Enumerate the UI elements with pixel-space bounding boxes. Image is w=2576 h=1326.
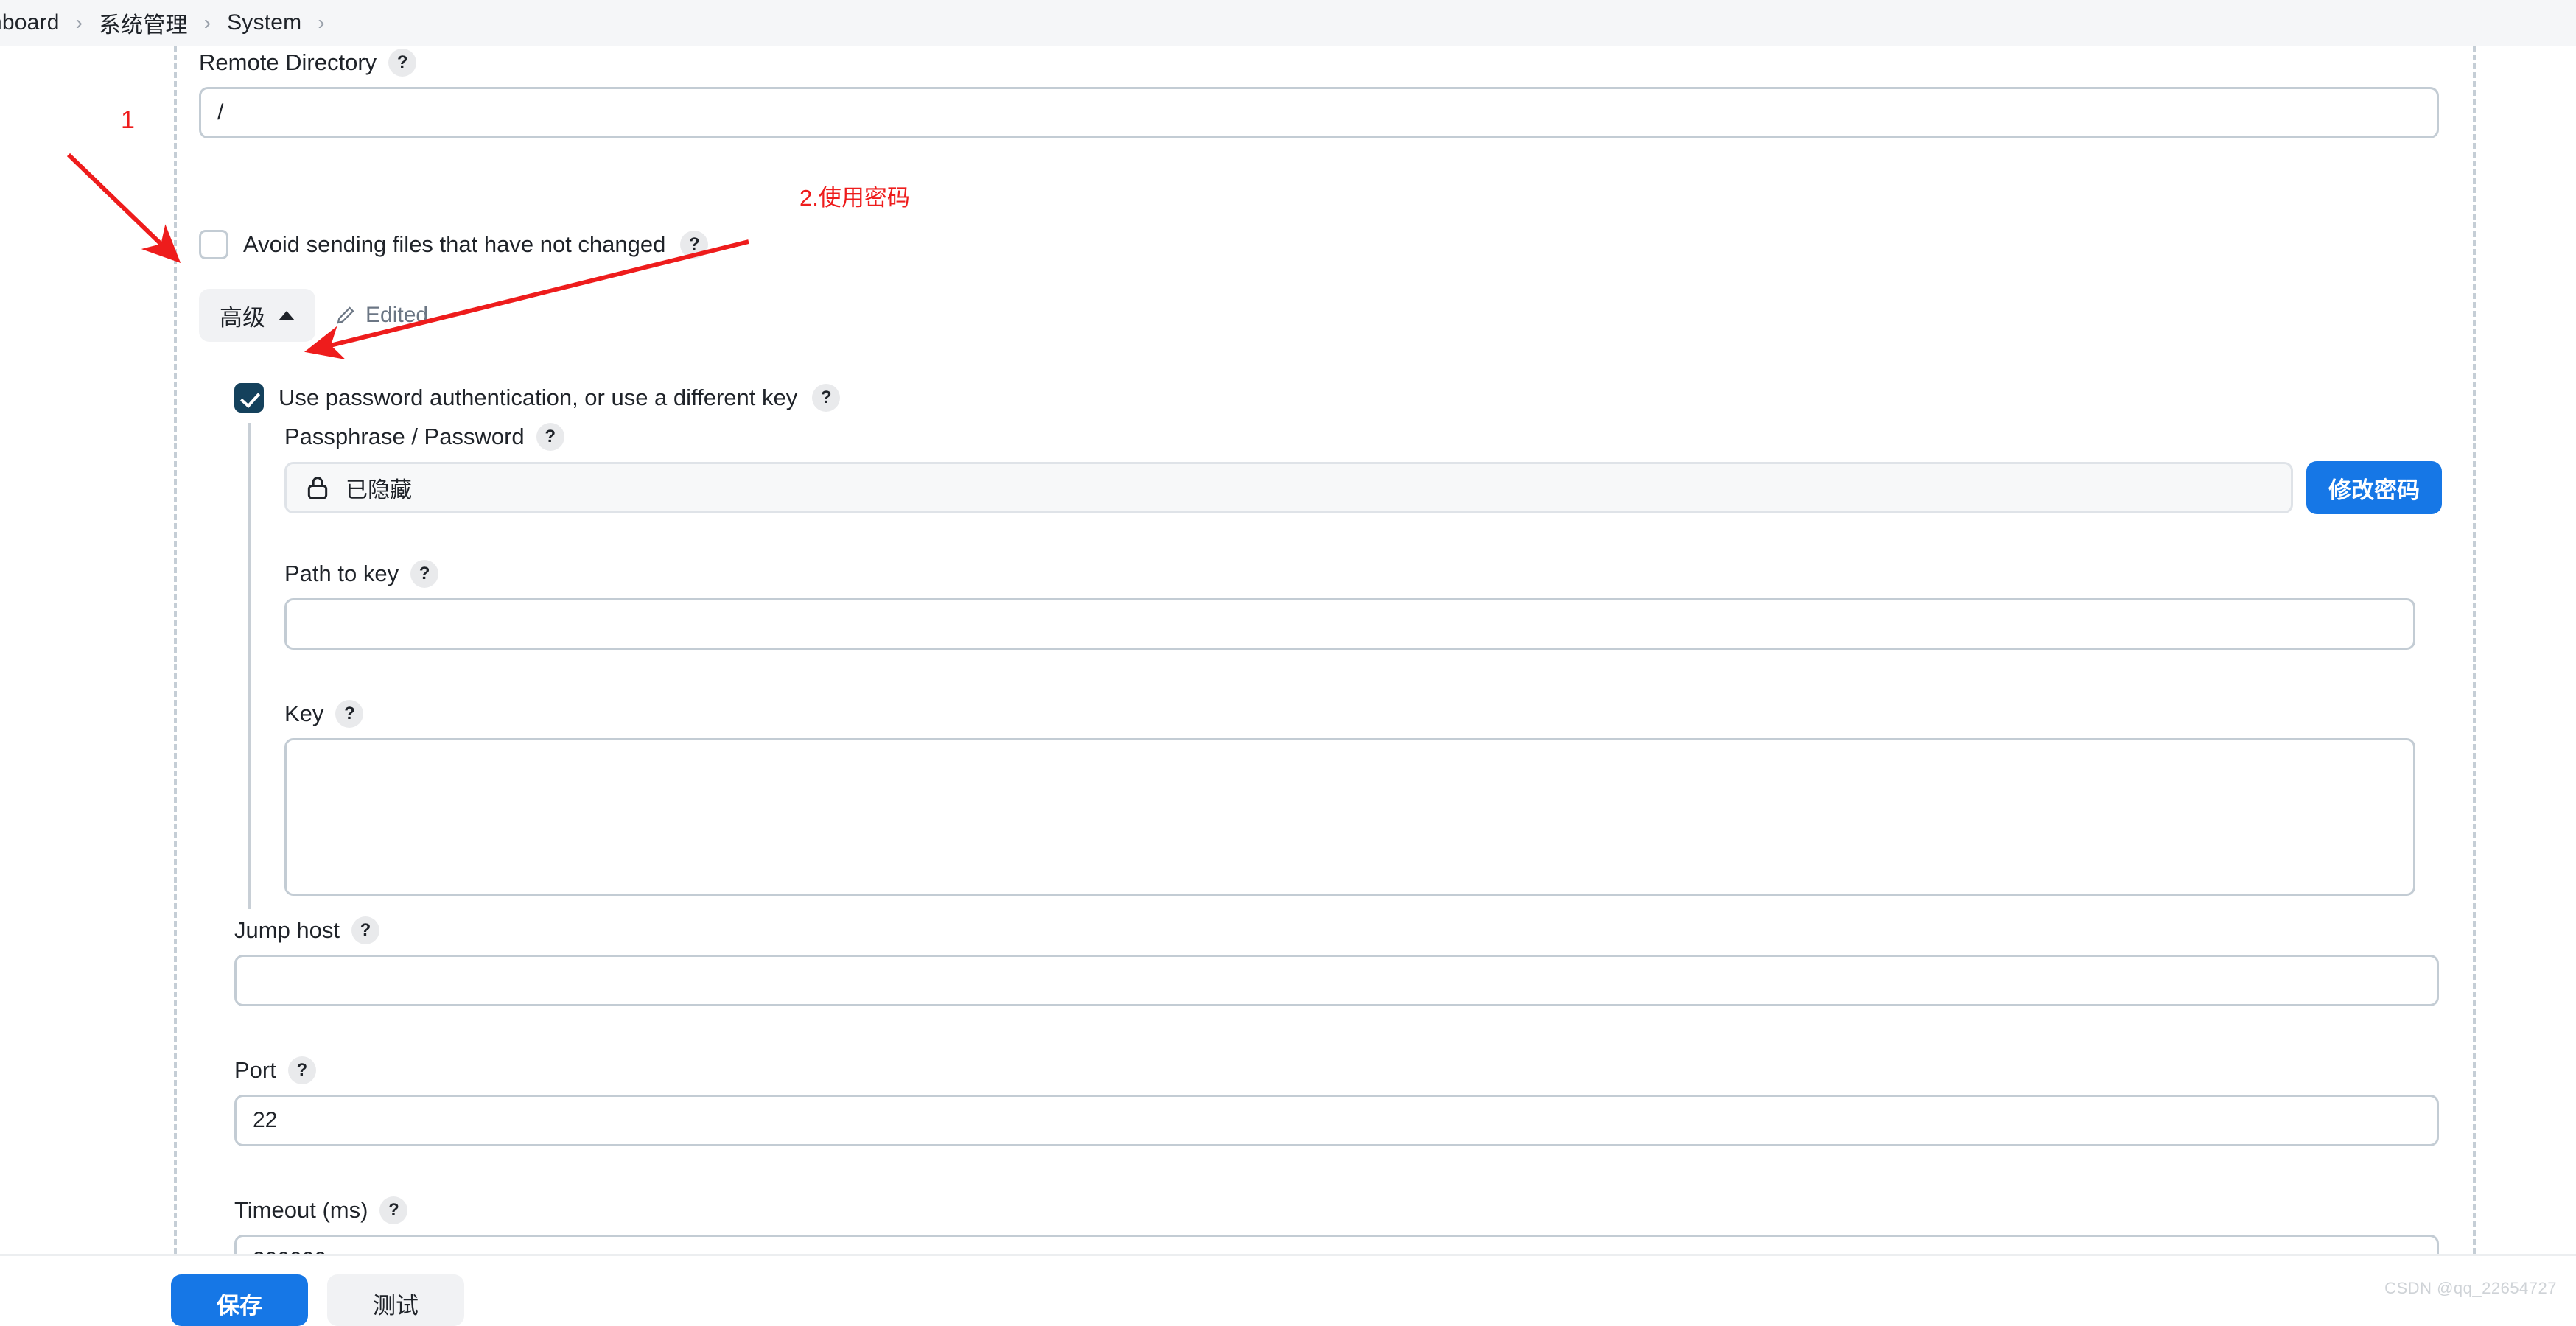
- test-button[interactable]: 测试: [327, 1274, 464, 1326]
- remote-directory-label: Remote Directory: [199, 49, 377, 76]
- breadcrumb-item-system-management[interactable]: 系统管理: [99, 7, 188, 39]
- path-to-key-label: Path to key: [284, 561, 399, 587]
- edited-status: Edited: [335, 303, 428, 328]
- test-button-label: 测试: [373, 1292, 419, 1319]
- settings-form-panel: Remote Directory ? / Avoid sending files…: [0, 46, 2576, 1286]
- panel-right-dashed-border: [2473, 46, 2476, 1254]
- passphrase-label: Passphrase / Password: [284, 424, 525, 450]
- breadcrumb: nboard › 系统管理 › System ›: [0, 0, 2576, 46]
- passphrase-input-row: 已隐藏 修改密码: [284, 461, 2442, 514]
- pencil-icon: [337, 306, 354, 324]
- passphrase-value: 已隐藏: [346, 478, 412, 502]
- timeout-label: Timeout (ms): [234, 1197, 368, 1224]
- port-label: Port: [234, 1057, 276, 1084]
- remote-directory-input[interactable]: /: [199, 87, 2439, 138]
- change-password-button[interactable]: 修改密码: [2306, 461, 2442, 514]
- help-icon[interactable]: ?: [351, 916, 380, 944]
- help-icon[interactable]: ?: [812, 384, 841, 412]
- help-icon[interactable]: ?: [388, 49, 417, 77]
- passphrase-input: 已隐藏: [284, 462, 2293, 513]
- avoid-sending-checkbox-row[interactable]: Avoid sending files that have not change…: [199, 230, 709, 259]
- path-to-key-label-row: Path to key ?: [284, 560, 2415, 588]
- footer-divider: [0, 1254, 2576, 1256]
- remote-directory-label-row: Remote Directory ?: [199, 49, 2439, 77]
- port-input[interactable]: 22: [234, 1095, 2439, 1146]
- watermark: CSDN @qq_22654727: [2384, 1279, 2557, 1297]
- field-port: Port ? 22: [234, 1056, 2439, 1146]
- panel-left-dashed-border: [174, 46, 177, 1254]
- passphrase-label-row: Passphrase / Password ?: [284, 423, 2442, 451]
- chevron-up-icon: [279, 310, 295, 320]
- use-password-label: Use password authentication, or use a di…: [279, 385, 798, 410]
- breadcrumb-item-dashboard[interactable]: nboard: [0, 10, 60, 35]
- lock-icon: [307, 477, 328, 499]
- breadcrumb-separator-icon: ›: [318, 11, 325, 34]
- help-icon[interactable]: ?: [335, 700, 364, 728]
- password-auth-nested-group: Passphrase / Password ? 已隐藏 修改密码 Path to…: [248, 423, 2442, 909]
- field-path-to-key: Path to key ?: [284, 560, 2415, 650]
- help-icon[interactable]: ?: [410, 560, 439, 588]
- key-label: Key: [284, 701, 324, 727]
- jump-host-label-row: Jump host ?: [234, 916, 2439, 944]
- path-to-key-input[interactable]: [284, 598, 2415, 650]
- help-icon[interactable]: ?: [379, 1196, 408, 1224]
- advanced-toggle-button[interactable]: 高级: [199, 289, 315, 342]
- avoid-sending-checkbox[interactable]: [199, 230, 228, 259]
- help-icon[interactable]: ?: [287, 1056, 316, 1084]
- field-remote-directory: Remote Directory ? /: [199, 49, 2439, 138]
- breadcrumb-separator-icon: ›: [203, 11, 211, 34]
- help-icon[interactable]: ?: [536, 423, 564, 451]
- edited-label: Edited: [365, 303, 429, 327]
- breadcrumb-separator-icon: ›: [75, 11, 83, 34]
- timeout-label-row: Timeout (ms) ?: [234, 1196, 2439, 1224]
- advanced-toggle-row: 高级 Edited: [199, 289, 428, 342]
- save-button-label: 保存: [217, 1292, 262, 1319]
- jump-host-label: Jump host: [234, 917, 340, 944]
- field-jump-host: Jump host ?: [234, 916, 2439, 1006]
- form-action-bar: 保存 测试: [0, 1254, 2576, 1326]
- port-label-row: Port ?: [234, 1056, 2439, 1084]
- use-password-checkbox[interactable]: [234, 383, 264, 413]
- help-icon[interactable]: ?: [680, 231, 709, 259]
- advanced-toggle-label: 高级: [220, 304, 265, 331]
- avoid-sending-label: Avoid sending files that have not change…: [243, 231, 666, 257]
- field-passphrase: Passphrase / Password ? 已隐藏 修改密码: [284, 423, 2442, 514]
- key-textarea[interactable]: [284, 738, 2415, 896]
- key-label-row: Key ?: [284, 700, 2415, 728]
- jump-host-input[interactable]: [234, 955, 2439, 1006]
- field-key: Key ?: [284, 700, 2415, 896]
- use-password-checkbox-row[interactable]: Use password authentication, or use a di…: [234, 383, 841, 413]
- save-button[interactable]: 保存: [171, 1274, 308, 1326]
- breadcrumb-item-system[interactable]: System: [227, 10, 301, 35]
